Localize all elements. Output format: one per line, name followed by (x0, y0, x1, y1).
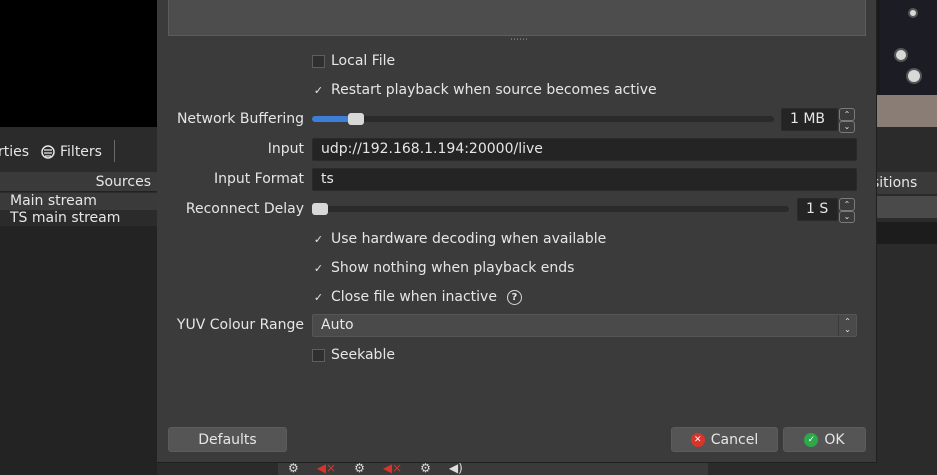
cancel-label: Cancel (710, 431, 759, 448)
sources-header: Sources (0, 172, 157, 192)
spin-arrows[interactable]: ⌃ ⌄ (839, 108, 855, 133)
yuv-range-row: YUV Colour Range Auto ⌃ ⌄ (157, 314, 877, 338)
network-buffering-value: 1 MB (790, 111, 826, 127)
network-buffering-slider[interactable] (312, 113, 774, 125)
source-item[interactable]: Main stream (0, 193, 157, 210)
filters-button[interactable]: Filters (40, 144, 102, 160)
spin-arrows[interactable]: ⌃ ⌄ (839, 198, 855, 223)
input-format-row: Input Format ts (157, 168, 877, 192)
preview-knob (906, 68, 922, 84)
input-label: Input (267, 141, 304, 157)
filters-icon (41, 145, 55, 159)
transition-field[interactable] (876, 222, 937, 244)
close-file-label: Close file when inactive (331, 289, 497, 305)
seekable-label: Seekable (331, 347, 395, 363)
reconnect-delay-value: 1 S (806, 201, 829, 217)
splitter-handle[interactable]: ⋯⋯ (510, 36, 528, 45)
help-icon[interactable]: ? (506, 289, 522, 305)
chevron-up-icon[interactable]: ⌃ (839, 198, 855, 211)
cancel-icon: ✕ (690, 432, 705, 447)
local-file-checkbox[interactable]: Local File (312, 53, 395, 69)
reconnect-delay-spinbox[interactable]: 1 S ⌃ ⌄ (797, 198, 855, 223)
chevron-down-icon[interactable]: ⌄ (839, 210, 855, 223)
check-icon: ✓ (313, 290, 324, 304)
preview-canvas-right (876, 0, 937, 127)
toolbar-separator (114, 140, 115, 162)
close-file-checkbox[interactable]: ✓ Close file when inactive ? (312, 289, 522, 305)
source-toolbar: rties Filters (0, 139, 157, 165)
chevron-down-icon[interactable]: ⌄ (839, 120, 855, 133)
show-nothing-checkbox[interactable]: ✓ Show nothing when playback ends (312, 260, 575, 276)
preview-strip (876, 95, 937, 127)
seekable-checkbox[interactable]: Seekable (312, 347, 395, 363)
cancel-button[interactable]: ✕ Cancel (671, 427, 778, 452)
yuv-range-label: YUV Colour Range (176, 317, 304, 333)
slider-handle[interactable] (348, 113, 364, 125)
hw-decoding-checkbox[interactable]: ✓ Use hardware decoding when available (312, 231, 606, 247)
yuv-range-value: Auto (321, 317, 354, 333)
media-source-properties-dialog: ⋯⋯ Local File ✓ Restart playback when so… (157, 0, 877, 463)
source-preview (168, 0, 866, 36)
ok-icon: ✓ (804, 432, 819, 447)
sources-list-empty (0, 226, 157, 475)
ok-button[interactable]: ✓ OK (783, 427, 866, 452)
input-row: Input udp://192.168.1.194:20000/live (157, 138, 877, 162)
slider-handle[interactable] (312, 203, 328, 215)
reconnect-delay-label: Reconnect Delay (185, 201, 304, 217)
chevron-up-icon[interactable]: ⌃ (839, 108, 855, 121)
check-icon: ✓ (313, 83, 324, 97)
network-buffering-label: Network Buffering (176, 111, 304, 127)
local-file-label: Local File (331, 53, 396, 69)
reconnect-delay-row: Reconnect Delay 1 S ⌃ ⌄ (157, 198, 877, 223)
network-buffering-row: Network Buffering 1 MB ⌃ ⌄ (157, 108, 877, 133)
transitions-header-label: sitions (872, 175, 918, 191)
check-icon: ✓ (313, 261, 324, 275)
sources-header-label: Sources (95, 174, 151, 190)
check-icon: ✓ (313, 232, 324, 246)
defaults-label: Defaults (198, 431, 257, 448)
preview-knob (894, 48, 908, 62)
filters-label: Filters (60, 144, 102, 160)
preview-knob (908, 8, 918, 18)
properties-button[interactable]: rties (0, 144, 29, 160)
reconnect-delay-slider[interactable] (312, 203, 789, 215)
network-buffering-spinbox[interactable]: 1 MB ⌃ ⌄ (781, 108, 855, 133)
updown-icon: ⌃ ⌄ (838, 315, 856, 336)
local-file-box (312, 54, 325, 68)
source-item[interactable]: TS main stream (0, 210, 157, 227)
transition-select[interactable] (876, 196, 937, 218)
yuv-range-select[interactable]: Auto ⌃ ⌄ (312, 314, 857, 337)
input-field[interactable]: udp://192.168.1.194:20000/live (312, 138, 857, 161)
input-format-field[interactable]: ts (312, 168, 857, 191)
ok-label: OK (824, 431, 845, 448)
hw-decoding-label: Use hardware decoding when available (331, 231, 607, 247)
restart-playback-checkbox[interactable]: ✓ Restart playback when source becomes a… (312, 82, 657, 98)
preview-canvas-left (0, 0, 157, 127)
input-format-label: Input Format (213, 171, 304, 187)
show-nothing-label: Show nothing when playback ends (331, 260, 575, 276)
seekable-box (312, 348, 325, 362)
restart-playback-label: Restart playback when source becomes act… (331, 82, 657, 98)
transitions-header: sitions (872, 172, 937, 194)
defaults-button[interactable]: Defaults (168, 427, 287, 452)
